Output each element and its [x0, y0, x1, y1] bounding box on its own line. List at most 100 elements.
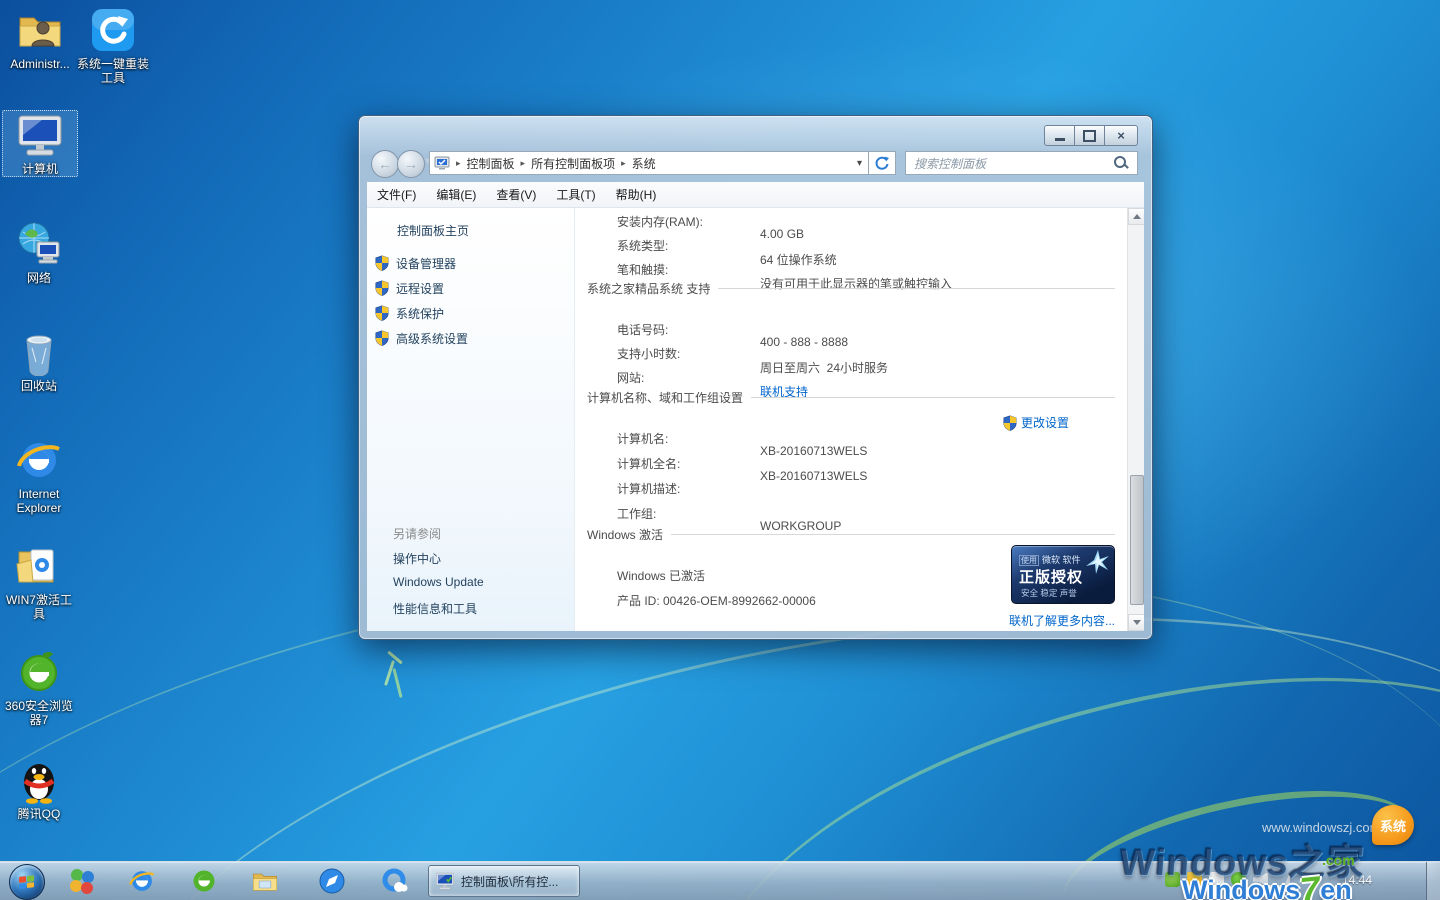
show-desktop-button[interactable] [1426, 862, 1440, 900]
uac-shield-icon [375, 330, 389, 346]
info-row-system-type: 系统类型: 64 位操作系统 [575, 223, 608, 239]
taskbar-icon-software-manager[interactable] [66, 865, 98, 897]
tray-icon-shield[interactable] [1187, 872, 1202, 887]
desktop: Administr... 系统一键重装工具 计算机 [0, 0, 1440, 900]
desktop-icon-label: 网络 [27, 271, 51, 285]
sidebar-item-remote-settings[interactable]: 远程设置 [375, 280, 444, 297]
scroll-down-button[interactable] [1128, 614, 1144, 631]
taskbar-clock[interactable]: 14:44 [1342, 873, 1372, 887]
control-panel-icon [434, 155, 450, 171]
desktop-icon-qq[interactable]: 腾讯QQ [2, 756, 76, 821]
user-folder-icon [16, 6, 64, 54]
desktop-icon-win7-activation-tool[interactable]: WIN7激活工具 [2, 542, 76, 621]
sidebar-see-also-header: 另请参阅 [393, 525, 441, 542]
sidebar-item-control-panel-home[interactable]: 控制面板主页 [397, 222, 469, 239]
tray-icon-flag[interactable] [1209, 872, 1224, 887]
desktop-icon-computer[interactable]: 计算机 [2, 110, 78, 177]
menu-edit[interactable]: 编辑(E) [426, 186, 486, 203]
desktop-icon-recycle-bin[interactable]: 回收站 [2, 328, 76, 393]
vertical-scrollbar[interactable] [1127, 208, 1144, 631]
maximize-button[interactable] [1075, 125, 1105, 146]
breadcrumb-item-all-items[interactable]: 所有控制面板项 [531, 155, 615, 172]
close-button[interactable]: × [1105, 125, 1138, 146]
forward-button[interactable]: → [397, 150, 425, 178]
menu-view[interactable]: 查看(V) [486, 186, 546, 203]
sidebar-item-action-center[interactable]: 操作中心 [393, 550, 441, 567]
taskbar-icon-internet-explorer[interactable] [126, 865, 158, 897]
taskbar-icon-compass-browser[interactable] [316, 865, 348, 897]
back-button[interactable]: ← [371, 150, 399, 178]
tray-icon-360[interactable] [1165, 872, 1180, 887]
taskbar-icon-qq-browser[interactable] [378, 865, 410, 897]
refresh-icon [874, 155, 890, 171]
learn-more-online-link[interactable]: 联机了解更多内容... [1009, 612, 1115, 629]
section-windows-activation: Windows 激活 [587, 526, 1115, 543]
360-browser-icon [190, 867, 218, 895]
computer-icon [16, 111, 64, 159]
genuine-microsoft-badge[interactable]: 使用微软 软件 正版授权 安全 稳定 声誉 [1011, 545, 1115, 604]
tray-icon-update-check[interactable] [1231, 872, 1246, 887]
change-settings-link[interactable]: 更改设置 [1021, 414, 1069, 431]
network-icon [15, 220, 63, 268]
desktop-icon-reinstall-tool[interactable]: 系统一键重装工具 [76, 6, 150, 85]
crumb-separator-icon: ▸ [521, 158, 526, 169]
info-row-full-name: 计算机全名: XB-20160713WELS [575, 441, 608, 457]
window-caption-buttons: × [1044, 125, 1138, 146]
sidebar-item-windows-update[interactable]: Windows Update [393, 575, 484, 589]
desktop-icon-administrator[interactable]: Administr... [3, 6, 77, 71]
sidebar-item-device-manager[interactable]: 设备管理器 [375, 255, 456, 272]
sidebar-item-performance-tools[interactable]: 性能信息和工具 [393, 600, 477, 617]
breadcrumb[interactable]: ▸ 控制面板 ▸ 所有控制面板项 ▸ 系统 ▾ [429, 151, 869, 175]
compass-icon [318, 867, 346, 895]
recycle-bin-icon [15, 328, 63, 376]
desktop-icon-label: 腾讯QQ [18, 807, 61, 821]
info-row-product-id: 产品 ID: 00426-OEM-8992662-00006 [575, 578, 608, 594]
menu-help[interactable]: 帮助(H) [606, 186, 667, 203]
uac-shield-icon [375, 255, 389, 271]
info-row-pen-touch: 笔和触摸: 没有可用于此显示器的笔或触控输入 [575, 247, 608, 263]
sidebar-item-advanced-settings[interactable]: 高级系统设置 [375, 330, 468, 347]
breadcrumb-item-system[interactable]: 系统 [632, 155, 656, 172]
minimize-button[interactable] [1044, 125, 1075, 146]
computer-icon [435, 871, 455, 891]
forward-icon: → [404, 156, 418, 172]
breadcrumb-dropdown-icon[interactable]: ▾ [857, 158, 862, 169]
menu-file[interactable]: 文件(F) [367, 186, 426, 203]
windows-logo-icon [19, 875, 35, 890]
section-computer-name: 计算机名称、域和工作组设置 [587, 389, 1115, 406]
sidebar-item-system-protection[interactable]: 系统保护 [375, 305, 444, 322]
search-icon[interactable] [1113, 155, 1129, 171]
menu-tools[interactable]: 工具(T) [546, 186, 605, 203]
scroll-up-button[interactable] [1128, 208, 1144, 225]
scrollbar-thumb[interactable] [1130, 475, 1144, 605]
breadcrumb-item-control-panel[interactable]: 控制面板 [467, 155, 515, 172]
info-row-ram: 安装内存(RAM): 4.00 GB [575, 208, 608, 215]
info-row-description: 计算机描述: [575, 466, 608, 482]
activation-folder-icon [15, 542, 63, 590]
genuine-star-icon [1085, 549, 1111, 575]
search-placeholder: 搜索控制面板 [914, 155, 1113, 172]
qq-browser-icon [380, 867, 408, 895]
system-info-panel: 安装内存(RAM): 4.00 GB 系统类型: 64 位操作系统 笔和触摸: … [575, 208, 1127, 631]
change-settings[interactable]: 更改设置 [1003, 414, 1069, 431]
taskbar-icon-explorer[interactable] [249, 865, 281, 897]
info-row-workgroup: 工作组: WORKGROUP [575, 491, 608, 507]
tray-icon-network[interactable] [1275, 872, 1290, 887]
desktop-icon-internet-explorer[interactable]: Internet Explorer [2, 436, 76, 515]
desktop-icon-360-browser[interactable]: 360安全浏览器7 [2, 648, 76, 727]
taskbar-active-task[interactable]: 控制面板\所有控... [428, 865, 580, 897]
taskbar: 控制面板\所有控... 14:44 [0, 861, 1440, 900]
window-content: 控制面板主页 设备管理器 远程设置 系统保护 高级系统设置 另请参阅 操作中心 … [367, 208, 1144, 631]
desktop-icon-network[interactable]: 网络 [2, 220, 76, 285]
info-row-activation-status: Windows 已激活 [575, 553, 608, 569]
taskbar-icon-360-browser[interactable] [188, 865, 220, 897]
section-support: 系统之家精品系统 支持 [587, 280, 1115, 297]
sidebar: 控制面板主页 设备管理器 远程设置 系统保护 高级系统设置 另请参阅 操作中心 … [367, 208, 575, 631]
refresh-button[interactable] [869, 151, 896, 175]
wallpaper-sparkle [387, 651, 403, 665]
start-button[interactable] [9, 864, 45, 900]
wallpaper-swoosh [664, 597, 1440, 900]
tray-icon-volume[interactable] [1253, 872, 1268, 887]
search-input[interactable]: 搜索控制面板 [905, 151, 1138, 175]
reinstall-tool-icon [89, 6, 137, 54]
